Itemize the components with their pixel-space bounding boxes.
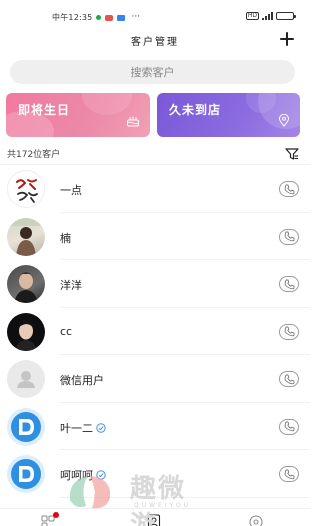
customer-name-text: 叶一二 [60,421,93,435]
photo-avatar [7,217,45,256]
profile-nav-icon[interactable] [248,513,264,526]
upcoming-birthday-card[interactable]: 即将生日 [6,93,150,137]
more-notifications-icon: ··· [131,12,141,22]
location-pin-icon [278,112,290,131]
customer-row[interactable]: cc [0,308,310,356]
app-notification-icon [105,14,114,21]
verified-icon [96,470,106,480]
title-bar: 客户管理 [0,30,310,50]
birthday-card-label: 即将生日 [18,103,71,117]
default-user-avatar [7,360,45,398]
customer-count-row: 共172位客户 [0,145,310,161]
logo-avatar [7,455,45,493]
signal-icon [262,12,273,20]
customer-name-text: 呵呵呵 [60,469,93,482]
phone-icon[interactable] [279,276,299,292]
absent-card-label: 久未到店 [169,103,222,117]
notification-icon [96,15,102,20]
photo-avatar [7,265,45,303]
customer-row[interactable]: 微信用户 [0,355,310,403]
cake-icon [126,112,140,131]
search-input[interactable]: 搜索客户 [10,60,295,84]
customer-row[interactable]: 一点 [0,165,310,213]
contacts-nav-icon[interactable] [146,513,162,526]
phone-icon[interactable] [279,371,299,387]
phone-icon[interactable] [279,181,299,197]
bottom-nav [0,508,310,526]
status-left: 中午12:35 ··· [52,12,140,23]
customer-row[interactable]: 洋洋 [0,260,310,308]
customer-name-text: 楠 [60,231,71,245]
verified-icon [96,422,106,433]
customer-name: 楠 [60,230,71,246]
customer-row[interactable]: 呵呵呵 [0,450,310,498]
phone-icon[interactable] [279,418,299,435]
customer-name: cc [60,325,72,338]
add-customer-button[interactable] [278,30,296,48]
customer-name-text: 洋洋 [60,279,82,292]
long-absent-card[interactable]: 久未到店 [157,93,300,137]
logo-avatar [7,407,45,446]
customer-name-text: 一点 [60,184,82,197]
page-title: 客户管理 [131,37,179,48]
customer-name-text: cc [60,324,73,338]
filter-icon[interactable] [285,146,299,160]
calligraphy-avatar [7,170,45,208]
search-placeholder: 搜索客户 [130,66,175,79]
customer-name: 一点 [60,182,82,198]
customer-list: 一点 楠 洋洋 cc 微信用户 叶一二 呵呵呵 [0,165,310,498]
customer-count: 共172位客户 [7,150,61,160]
unread-badge [53,512,59,518]
grid-nav-icon[interactable] [40,512,59,526]
phone-icon[interactable] [279,466,299,482]
network-type: HD [245,12,259,20]
customer-name: 微信用户 [60,372,104,388]
battery-icon [276,12,296,20]
customer-row[interactable]: 楠 [0,213,310,261]
photo-avatar [7,312,45,351]
customer-name-text: 微信用户 [60,374,104,387]
status-bar: 中午12:35 ··· HD [0,0,310,30]
customer-name: 呵呵呵 [60,467,106,483]
card-decoration [82,93,132,115]
mail-notification-icon [117,14,126,21]
phone-icon[interactable] [279,228,299,245]
status-right: HD [245,12,296,20]
phone-icon[interactable] [279,323,299,340]
customer-name: 洋洋 [60,277,82,293]
customer-row[interactable]: 叶一二 [0,403,310,451]
status-time: 中午12:35 [52,13,93,22]
customer-name: 叶一二 [60,420,106,436]
